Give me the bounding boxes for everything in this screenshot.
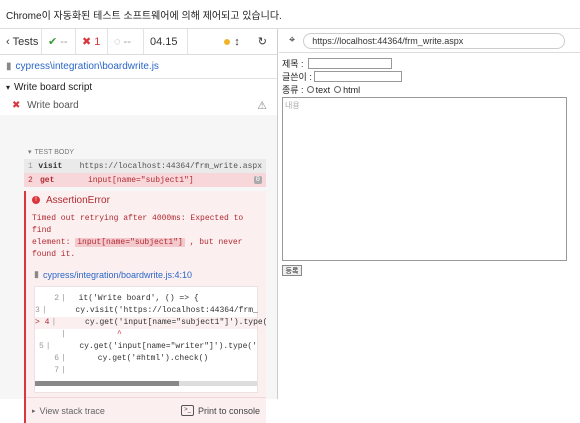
test-title-row[interactable]: ✖ Write board ⚠: [0, 95, 277, 115]
passed-count: ✔ --: [42, 29, 76, 54]
duration: 04.15: [144, 29, 188, 54]
test-body-header[interactable]: ▾ TEST BODY: [24, 145, 266, 159]
status-indicator: ↕ ↻: [188, 29, 277, 54]
url-display[interactable]: https://localhost:44364/frm_write.aspx: [303, 32, 566, 49]
writer-row: 글쓴이 :: [282, 70, 577, 83]
code-line: 3 | cy.visit('https://localhost:44364/frm…: [35, 306, 258, 315]
code-line-highlighted: > 4 | cy.get('input[name="subject1"]').ty…: [35, 317, 268, 329]
error-circle-icon: !: [32, 196, 40, 204]
radio-text[interactable]: [306, 86, 314, 93]
code-line: 5 | cy.get('input[name="writer"]').type(': [38, 342, 257, 351]
print-to-console-button[interactable]: >_ Print to console: [181, 405, 260, 416]
selector-playground-icon[interactable]: ⌖: [289, 34, 295, 47]
pending-dot-icon: [224, 38, 231, 45]
scroll-arrows-icon[interactable]: ↕: [234, 36, 240, 48]
writer-subject-input[interactable]: [307, 58, 392, 69]
file-icon: ▮: [6, 61, 12, 72]
caret-down-icon: ▾: [6, 82, 11, 92]
writer-input[interactable]: [313, 71, 402, 82]
warning-icon: ⚠: [257, 99, 267, 112]
code-line-caret: | ^: [61, 330, 122, 339]
test-body: ▾ TEST BODY 1 visit https://localhost:44…: [24, 145, 268, 423]
pending-circle-icon: ◌: [114, 35, 121, 48]
command-row[interactable]: 1 visit https://localhost:44364/frm_writ…: [24, 159, 266, 173]
application-under-test-panel: ⌖ https://localhost:44364/frm_write.aspx…: [279, 29, 580, 399]
content-textarea[interactable]: 내용: [282, 97, 567, 261]
submit-button[interactable]: 등록: [282, 265, 302, 276]
code-line: 2 | it('Write board', () => {: [54, 294, 199, 303]
pending-count: ◌ --: [108, 29, 144, 54]
reload-icon[interactable]: ↻: [258, 35, 267, 48]
subject-row: 제목 :: [282, 57, 577, 70]
error-message: Timed out retrying after 4000ms: Expecte…: [32, 214, 244, 259]
error-title: ! AssertionError: [26, 191, 266, 209]
error-panel: ! AssertionError Timed out retrying afte…: [24, 191, 268, 423]
suite-title[interactable]: ▾ Write board script: [0, 79, 277, 95]
stats-bar: ‹ Tests ✔ -- ✖ 1 ◌ -- 04.15 ↕ ↻: [0, 29, 277, 55]
caret-down-icon: ▾: [28, 149, 32, 156]
radio-html[interactable]: [334, 86, 342, 93]
aut-url-bar: ⌖ https://localhost:44364/frm_write.aspx: [279, 29, 580, 53]
failed-count: ✖ 1: [76, 29, 108, 54]
infobar-message: Chrome이 자동화된 테스트 소프트웨어에 의해 제어되고 있습니다.: [6, 10, 282, 22]
back-to-tests-button[interactable]: ‹ Tests: [0, 29, 42, 54]
code-scrollbar[interactable]: [35, 381, 257, 386]
write-form: 제목 : 글쓴이 : 종류 : text html 내용 등록: [279, 53, 580, 280]
file-icon: ▮: [34, 269, 39, 279]
automation-infobar: Chrome이 자동화된 테스트 소프트웨어에 의해 제어되고 있습니다.: [0, 0, 580, 29]
selector-code: input[name="subject1"]: [75, 238, 185, 247]
element-count-badge: 0: [253, 176, 262, 184]
spec-file-link[interactable]: ▮ cypress\integration\boardwrite.js: [0, 55, 277, 79]
code-line: 7 |: [54, 366, 66, 375]
command-row-failed[interactable]: 2 get input[name="subject1"] 0: [24, 173, 266, 187]
code-frame-file-link[interactable]: ▮ cypress/integration/boardwrite.js:4:10: [26, 261, 266, 280]
check-icon: ✔: [48, 36, 58, 48]
chevron-left-icon: ‹: [6, 35, 10, 48]
code-frame: 2 | it('Write board', () => { 3 | cy.visit…: [34, 286, 268, 393]
view-stack-trace-toggle[interactable]: ▸ View stack trace: [32, 406, 105, 416]
caret-right-icon: ▸: [32, 407, 36, 415]
type-row: 종류 : text html: [282, 84, 361, 96]
cypress-runner-panel: ‹ Tests ✔ -- ✖ 1 ◌ -- 04.15 ↕ ↻ ▮ cypres…: [0, 29, 278, 423]
fail-x-icon: ✖: [12, 99, 21, 111]
terminal-icon: >_: [181, 405, 194, 416]
x-icon: ✖: [82, 36, 92, 48]
code-line: 6 | cy.get('#html').check(): [54, 354, 209, 363]
